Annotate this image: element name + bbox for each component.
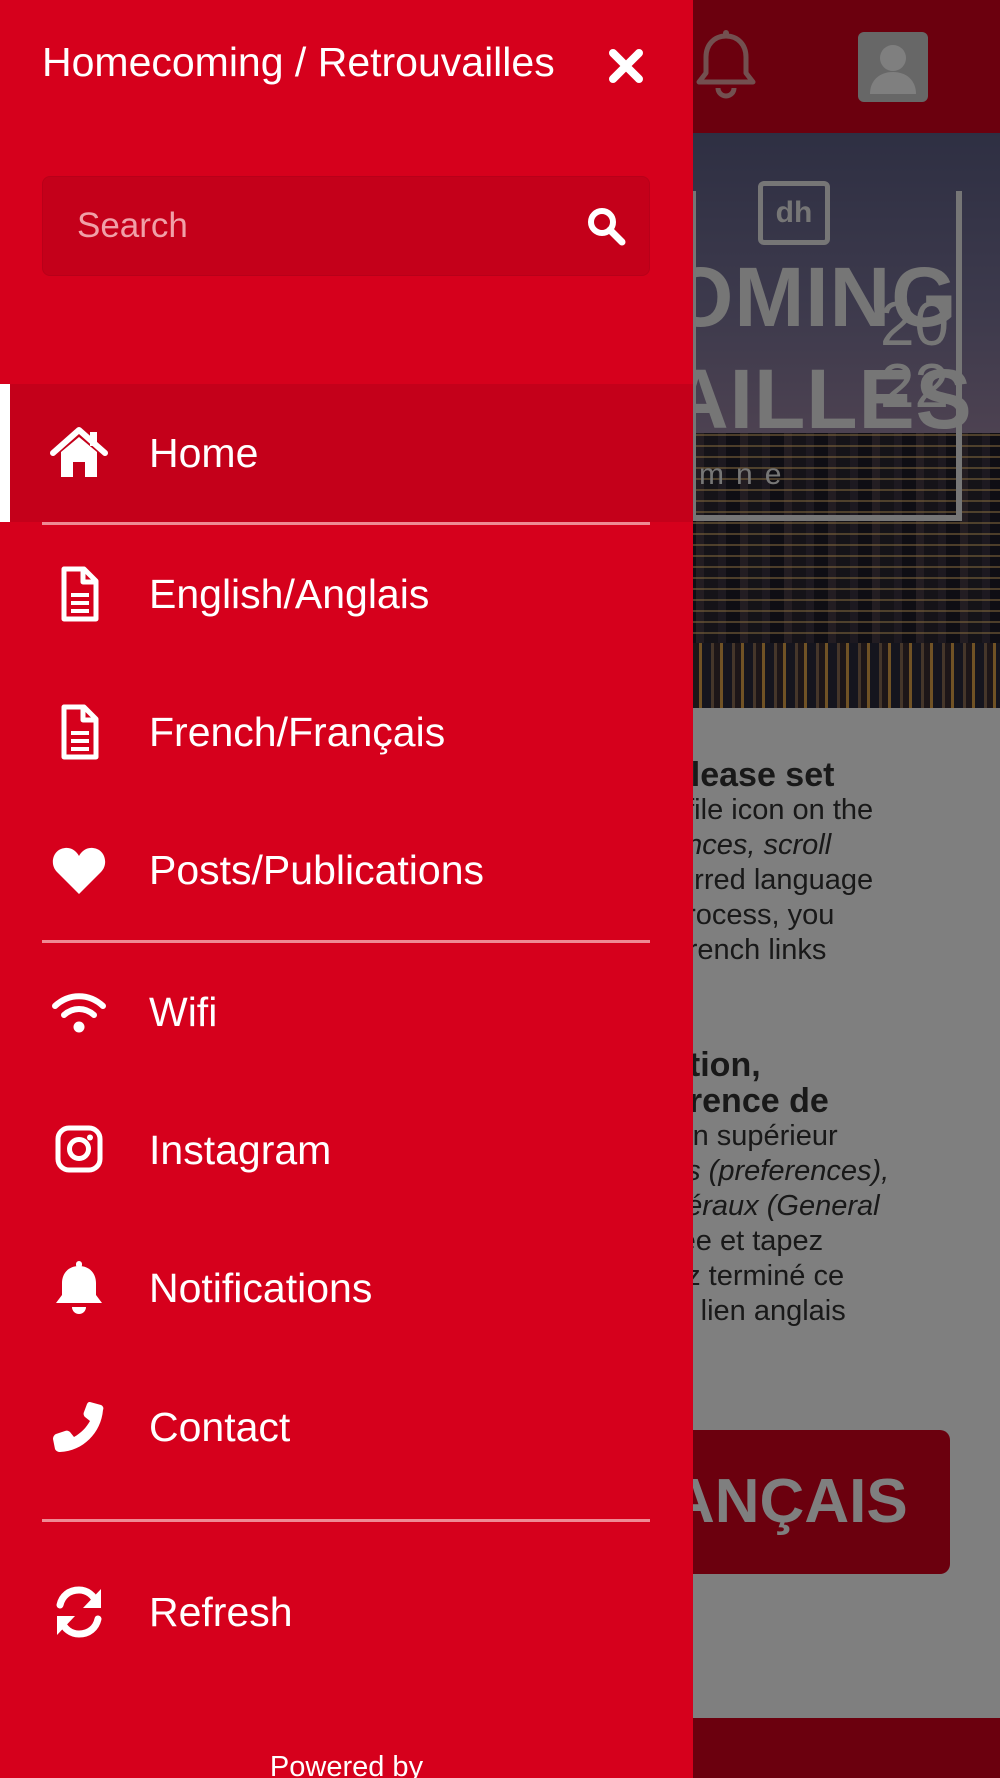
search-input[interactable] [43, 177, 563, 275]
home-icon [50, 425, 108, 481]
search-box [42, 176, 650, 276]
document-icon [50, 566, 108, 622]
nav-item-french[interactable]: French/Français [0, 663, 693, 801]
nav-item-contact[interactable]: Contact [0, 1358, 693, 1496]
refresh-icon [50, 1584, 108, 1640]
wifi-icon [50, 984, 108, 1040]
nav-item-refresh[interactable]: Refresh [0, 1543, 693, 1681]
close-icon[interactable] [604, 44, 648, 88]
nav-item-instagram[interactable]: Instagram [0, 1081, 693, 1219]
navigation-drawer: Homecoming / Retrouvailles Home [0, 0, 693, 1778]
search-icon[interactable] [585, 205, 627, 247]
nav-item-home[interactable]: Home [0, 384, 693, 522]
drawer-title: Homecoming / Retrouvailles [42, 39, 555, 85]
bell-icon [50, 1260, 108, 1316]
heart-icon [50, 842, 108, 898]
nav-item-english[interactable]: English/Anglais [0, 525, 693, 663]
nav-item-wifi[interactable]: Wifi [0, 943, 693, 1081]
nav-item-notifications[interactable]: Notifications [0, 1219, 693, 1357]
document-icon [50, 704, 108, 760]
phone-icon [50, 1399, 108, 1455]
divider [42, 1519, 650, 1522]
powered-by-footer: Powered by [269, 1751, 424, 1778]
instagram-icon [50, 1122, 108, 1178]
nav-item-posts[interactable]: Posts/Publications [0, 801, 693, 939]
